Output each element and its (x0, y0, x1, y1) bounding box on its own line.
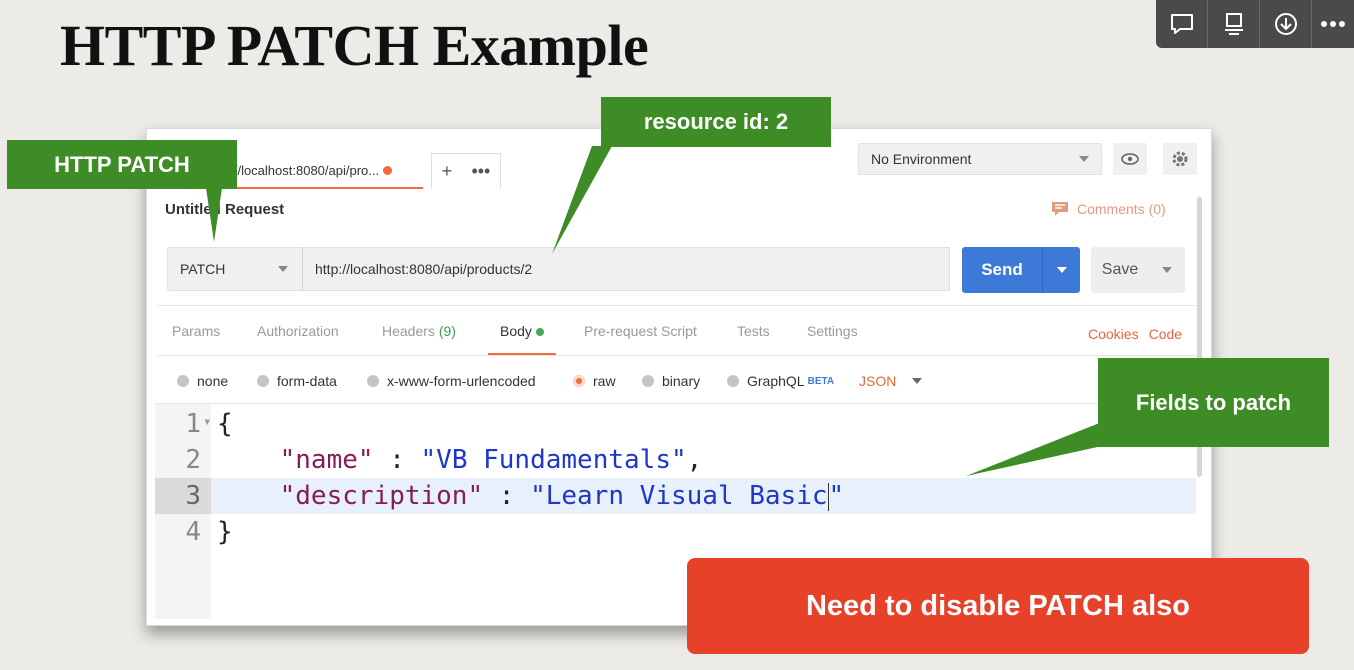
warning-callout: Need to disable PATCH also (687, 558, 1309, 654)
fields-to-patch-callout: Fields to patch (1098, 358, 1329, 447)
resource-id-pointer (552, 146, 612, 254)
http-patch-callout: HTTP PATCH (7, 140, 237, 189)
resource-id-callout: resource id: 2 (601, 97, 831, 147)
http-patch-pointer (206, 188, 222, 242)
fields-pointer (966, 422, 1102, 476)
